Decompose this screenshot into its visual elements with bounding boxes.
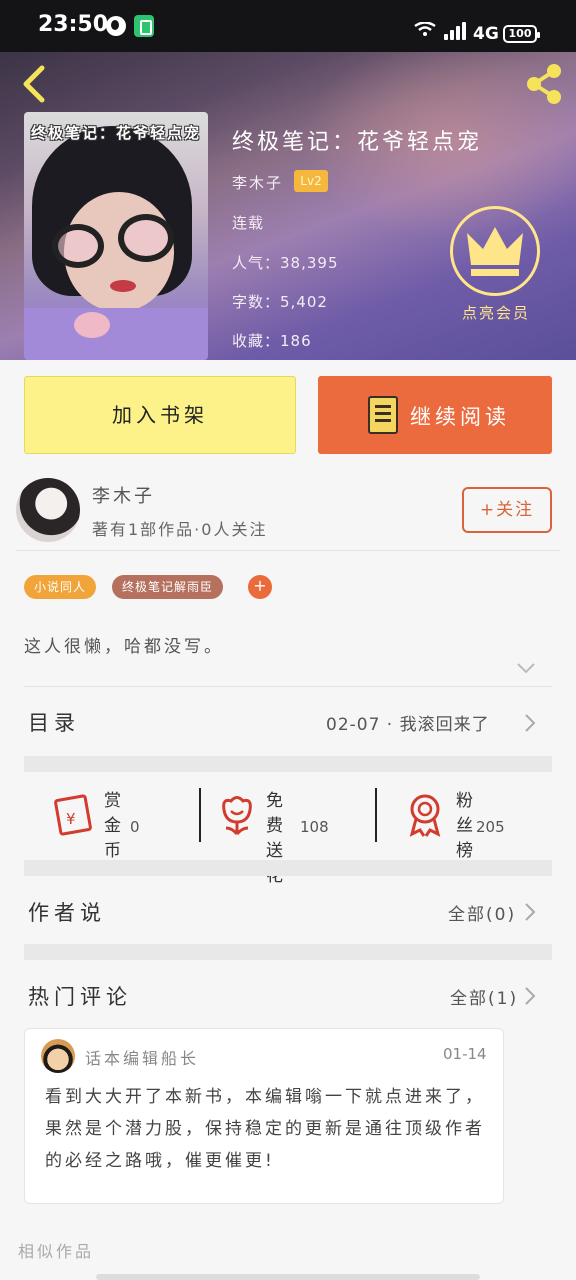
medal-icon[interactable] [404, 792, 446, 838]
crown-icon [467, 227, 523, 276]
chevron-down-icon[interactable] [516, 662, 536, 674]
continue-reading-label: 继续阅读 [410, 405, 510, 429]
tag-novel-fanfic[interactable]: 小说同人 [24, 575, 97, 599]
signal-icon [444, 22, 466, 40]
author-says-all[interactable]: 全部(0) [448, 900, 516, 925]
divider [24, 686, 552, 687]
comment-date: 01-14 [443, 1045, 487, 1063]
vip-crown-button[interactable] [450, 206, 540, 296]
chevron-right-icon[interactable] [524, 713, 536, 733]
author-avatar[interactable] [16, 478, 80, 542]
divider [375, 788, 377, 842]
book-favorites: 收藏：186 [232, 332, 312, 350]
hot-comments-title: 热门评论 [28, 985, 132, 1009]
author-bio: 这人很懒，哈都没写。 [24, 637, 224, 657]
chevron-right-icon[interactable] [524, 986, 536, 1006]
commenter-avatar[interactable] [41, 1039, 75, 1073]
fan-rank-value: 205 [476, 818, 505, 836]
battery-icon: 100 [503, 25, 540, 43]
chevron-right-icon[interactable] [524, 902, 536, 922]
similar-works-title: 相似作品 [18, 1242, 95, 1261]
book-cover[interactable]: 终极笔记：花爷轻点宠 [24, 112, 208, 360]
svg-text:¥: ¥ [66, 810, 76, 828]
author-stats: 著有1部作品·0人关注 [92, 520, 268, 539]
follow-button[interactable]: +关注 [462, 487, 552, 533]
section-separator [24, 756, 552, 772]
vip-label[interactable]: 点亮会员 [446, 302, 546, 323]
bottom-scroll-indicator [96, 1274, 480, 1280]
book-header: 23:50 4G 100 终极笔记：花爷轻点宠 终极笔记：花爷轻点宠 李木子 L… [0, 0, 576, 360]
continue-reading-button[interactable]: 继续阅读 [318, 376, 552, 454]
book-status: 连载 [232, 214, 265, 232]
book-title: 终极笔记：花爷轻点宠 [232, 130, 483, 155]
cover-title: 终极笔记：花爷轻点宠 [30, 124, 201, 142]
divider [199, 788, 201, 842]
status-time: 23:50 [38, 12, 109, 37]
status-bar: 23:50 4G 100 [0, 0, 576, 52]
commenter-name[interactable]: 话本编辑船长 [85, 1045, 199, 1069]
app-notification-icon [134, 15, 154, 37]
divider [16, 550, 560, 551]
book-popularity: 人气：38,395 [232, 254, 339, 272]
book-author[interactable]: 李木子 [232, 172, 283, 193]
add-to-shelf-button[interactable]: 加入书架 [24, 376, 296, 454]
back-arrow-icon[interactable] [14, 62, 54, 106]
wifi-icon [414, 22, 436, 36]
share-icon[interactable] [522, 62, 566, 106]
comment-card[interactable]: 话本编辑船长 01-14 看到大大开了本新书，本编辑嗡一下就点进来了，果然是个潜… [24, 1028, 504, 1204]
author-name[interactable]: 李木子 [92, 482, 155, 508]
red-envelope-icon[interactable]: ¥ [52, 790, 94, 836]
fan-rank-label: 粉丝榜 [456, 791, 476, 861]
latest-chapter[interactable]: 02-07 · 我滚回来了 [326, 710, 490, 735]
tag-character[interactable]: 终极笔记解雨臣 [112, 575, 224, 599]
free-flowers-value: 108 [300, 818, 329, 836]
add-tag-button[interactable]: + [248, 575, 272, 599]
toc-label[interactable]: 目录 [28, 707, 80, 737]
author-says-title: 作者说 [28, 901, 106, 925]
globe-icon [106, 16, 126, 36]
hot-comments-all[interactable]: 全部(1) [450, 984, 518, 1009]
reward-coins-value: 0 [130, 818, 140, 836]
section-separator [24, 944, 552, 960]
flower-icon[interactable] [216, 792, 258, 838]
section-separator [24, 860, 552, 876]
level-badge: Lv2 [294, 170, 328, 192]
reward-coins-label: 赏金币 [104, 791, 124, 861]
network-type: 4G [473, 24, 499, 44]
comment-body: 看到大大开了本新书，本编辑嗡一下就点进来了，果然是个潜力股，保持稳定的更新是通往… [45, 1087, 485, 1171]
book-icon [368, 396, 398, 434]
book-word-count: 字数：5,402 [232, 293, 328, 311]
